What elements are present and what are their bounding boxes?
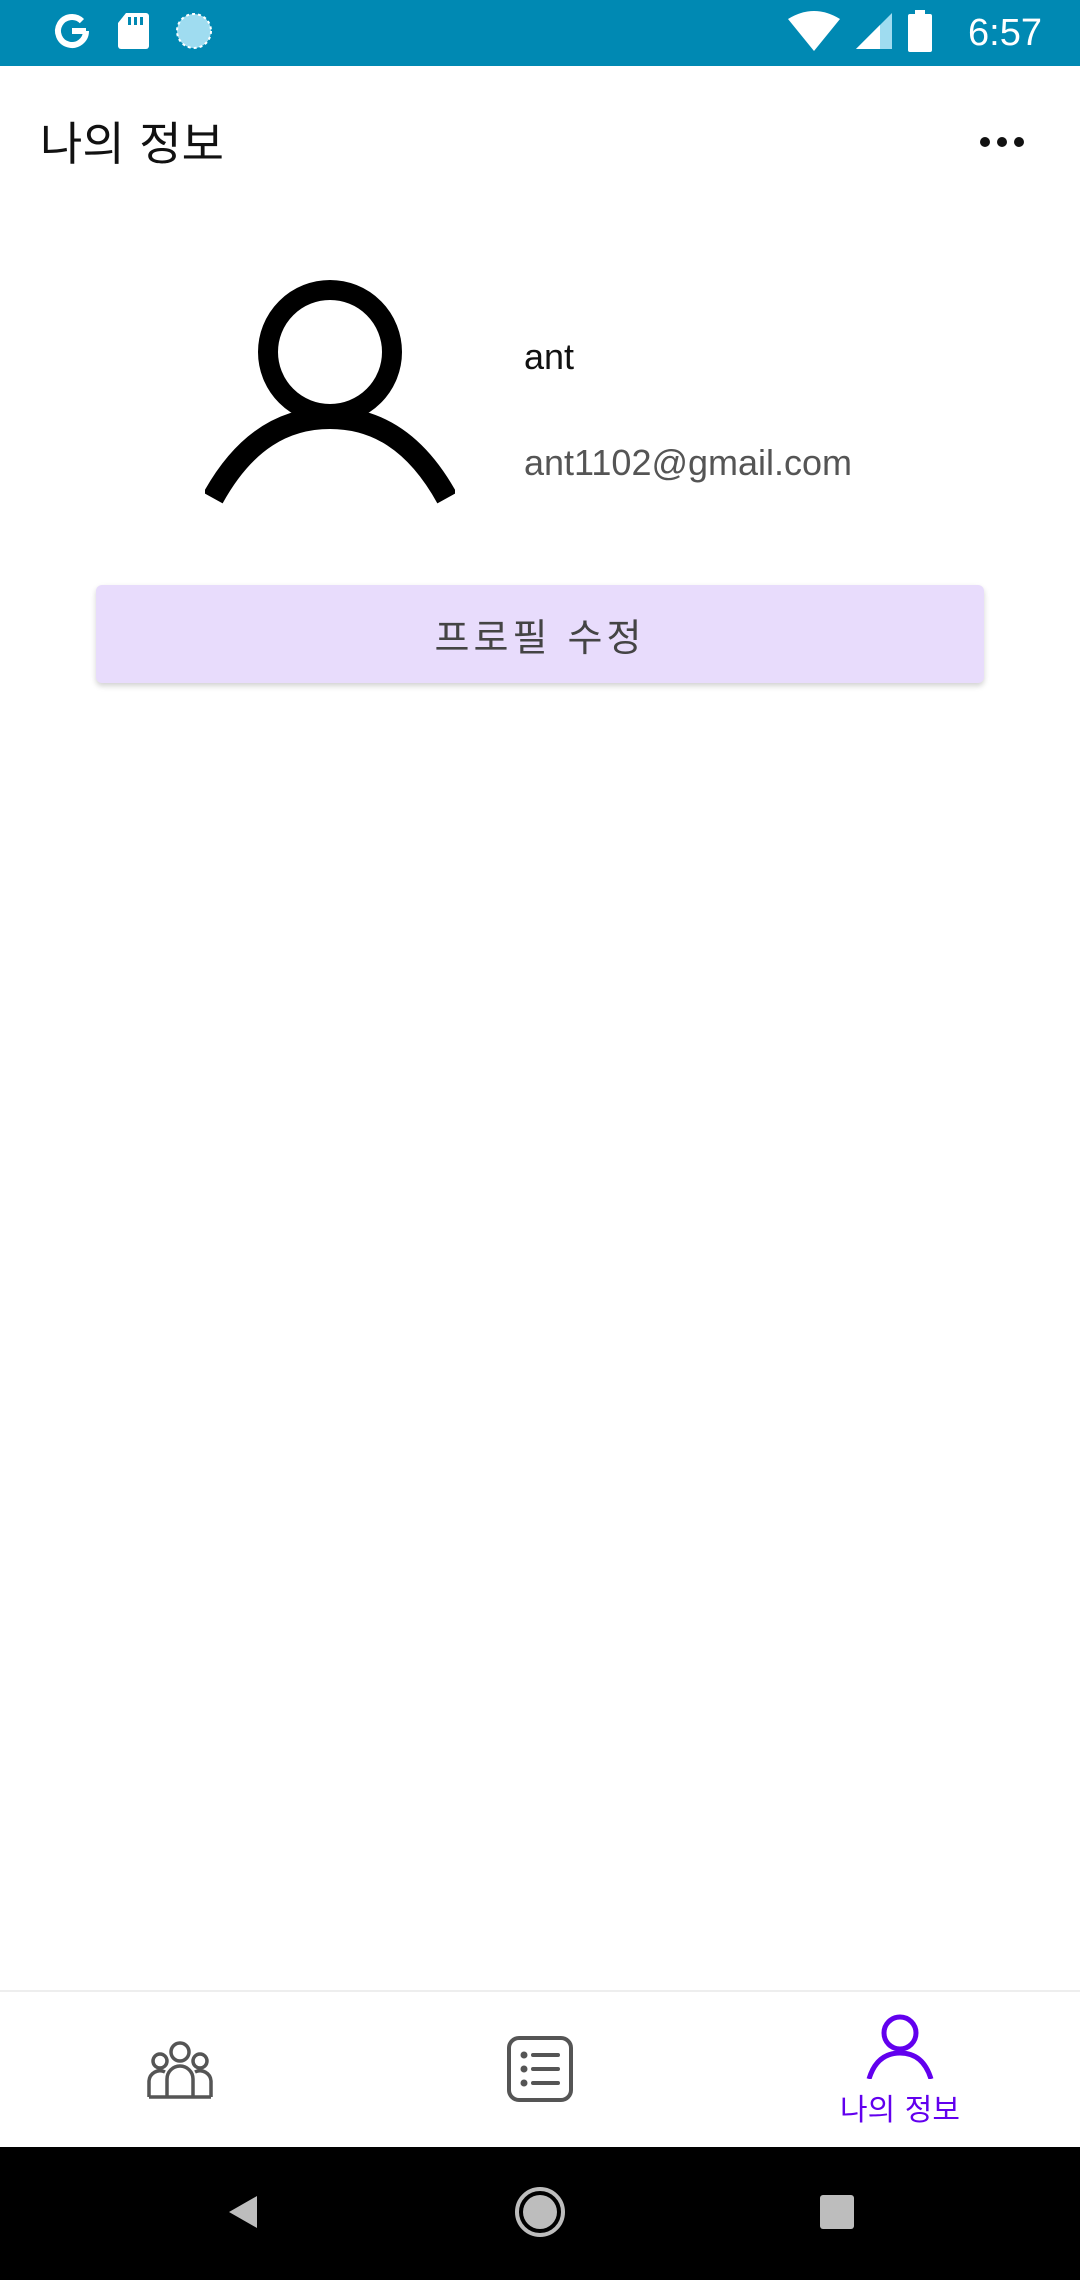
profile-section: ant ant1102@gmail.com <box>0 216 1080 576</box>
system-nav-bar <box>0 2147 1080 2280</box>
status-bar: 6:57 <box>0 0 1080 66</box>
system-home-button[interactable] <box>480 2147 600 2280</box>
more-horizontal-icon <box>980 137 990 147</box>
person-icon <box>865 2013 935 2083</box>
cell-signal-icon <box>854 11 894 55</box>
list-icon <box>506 2035 574 2107</box>
status-bar-right: 6:57 <box>788 10 1042 56</box>
nav-label-my-info: 나의 정보 <box>840 2092 960 2128</box>
more-dot <box>997 137 1007 147</box>
system-back-button[interactable] <box>183 2147 303 2280</box>
sync-icon <box>174 11 214 55</box>
edit-profile-button[interactable]: 프로필 수정 <box>96 585 984 683</box>
page-title: 나의 정보 <box>40 117 224 171</box>
wifi-icon <box>788 11 841 55</box>
nav-item-my-info[interactable]: 나의 정보 <box>720 1992 1080 2149</box>
nav-item-friends[interactable] <box>0 1992 360 2149</box>
status-time: 6:57 <box>968 11 1042 54</box>
more-options-button[interactable] <box>972 112 1032 172</box>
system-recents-button[interactable] <box>777 2147 897 2280</box>
user-name: ant <box>524 336 575 377</box>
google-icon <box>52 11 92 55</box>
sd-card-icon <box>116 11 150 55</box>
recents-icon <box>818 2193 856 2235</box>
user-email: ant1102@gmail.com <box>524 442 853 483</box>
home-icon <box>513 2185 567 2243</box>
battery-icon <box>908 10 933 56</box>
more-dot <box>1014 137 1024 147</box>
status-bar-left <box>52 10 214 56</box>
group-icon <box>145 2039 215 2103</box>
bottom-nav: 나의 정보 <box>0 1990 1080 2147</box>
nav-item-list[interactable] <box>360 1992 720 2149</box>
back-icon <box>223 2192 263 2236</box>
person-icon <box>203 270 457 510</box>
app-bar: 나의 정보 <box>0 66 1080 216</box>
